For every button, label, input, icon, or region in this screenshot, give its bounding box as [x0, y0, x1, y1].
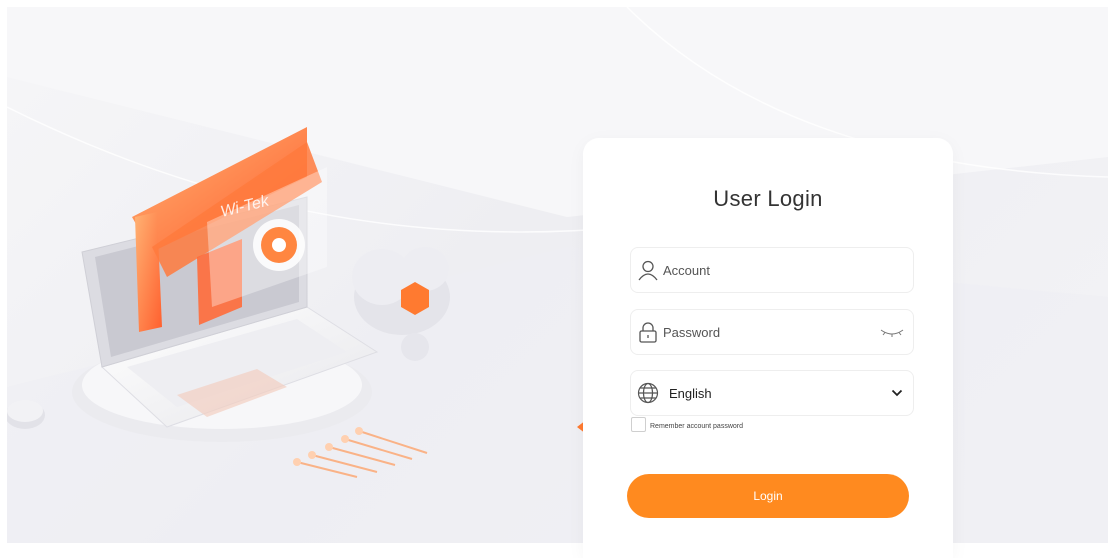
remember-checkbox[interactable] — [631, 417, 646, 432]
password-field[interactable] — [630, 309, 914, 355]
chevron-down-icon[interactable] — [887, 383, 907, 403]
remember-password-option[interactable]: Remember account password — [631, 417, 743, 432]
page-title: User Login — [713, 186, 823, 211]
login-button[interactable]: Login — [627, 474, 909, 518]
user-icon — [635, 257, 661, 283]
account-field[interactable] — [630, 247, 914, 293]
password-input[interactable] — [663, 310, 877, 354]
lock-icon — [635, 319, 661, 345]
account-input[interactable] — [663, 248, 913, 292]
remember-label: Remember account password — [650, 423, 743, 430]
globe-icon — [635, 380, 661, 406]
language-selected-value: English — [669, 385, 712, 401]
language-select[interactable]: English — [630, 370, 914, 416]
eye-closed-icon[interactable] — [877, 322, 907, 342]
login-card: User Login Account English Remember acco… — [583, 138, 953, 558]
